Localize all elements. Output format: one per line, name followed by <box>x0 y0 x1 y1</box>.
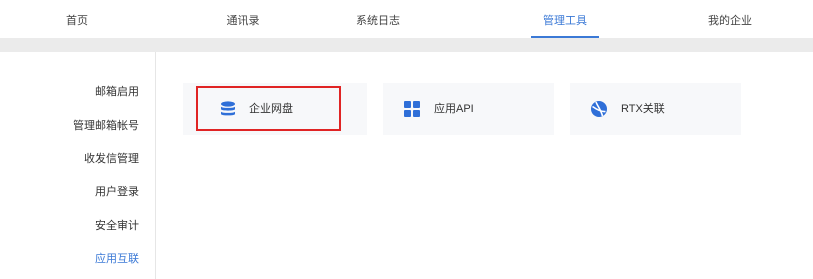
nav-tab-system-log[interactable]: 系统日志 <box>354 0 402 38</box>
app-card-label: RTX关联 <box>621 103 665 115</box>
side-item-mailbox-enable[interactable]: 邮箱启用 <box>95 85 139 99</box>
app-card-app-api[interactable]: 应用API <box>383 83 554 135</box>
top-navigation: 首页 通讯录 系统日志 管理工具 我的企业 <box>0 0 813 38</box>
app-card-rtx-link[interactable]: RTX关联 <box>570 83 741 135</box>
page: 首页 通讯录 系统日志 管理工具 我的企业 邮箱启用 管理邮箱帐号 收发信管理 … <box>0 0 813 279</box>
side-item-mail-flow-management[interactable]: 收发信管理 <box>84 152 139 166</box>
grid-icon <box>403 100 421 118</box>
side-item-app-interconnect[interactable]: 应用互联 <box>95 252 139 266</box>
nav-tab-home[interactable]: 首页 <box>64 0 90 38</box>
app-card-enterprise-drive[interactable]: 企业网盘 <box>183 83 367 135</box>
side-item-security-audit[interactable]: 安全审计 <box>95 219 139 233</box>
side-menu: 邮箱启用 管理邮箱帐号 收发信管理 用户登录 安全审计 应用互联 <box>0 52 156 279</box>
app-card-label: 应用API <box>434 103 474 115</box>
nav-tab-management-tools[interactable]: 管理工具 <box>531 0 599 38</box>
app-card-label: 企业网盘 <box>249 103 293 115</box>
header-divider <box>0 38 813 52</box>
nav-tab-contacts[interactable]: 通讯录 <box>225 0 261 38</box>
side-item-user-login[interactable]: 用户登录 <box>95 185 139 199</box>
nav-tab-my-enterprise[interactable]: 我的企业 <box>706 0 754 38</box>
rtx-logo-icon <box>590 100 608 118</box>
side-item-manage-mail-accounts[interactable]: 管理邮箱帐号 <box>73 119 139 133</box>
database-icon <box>219 100 237 118</box>
